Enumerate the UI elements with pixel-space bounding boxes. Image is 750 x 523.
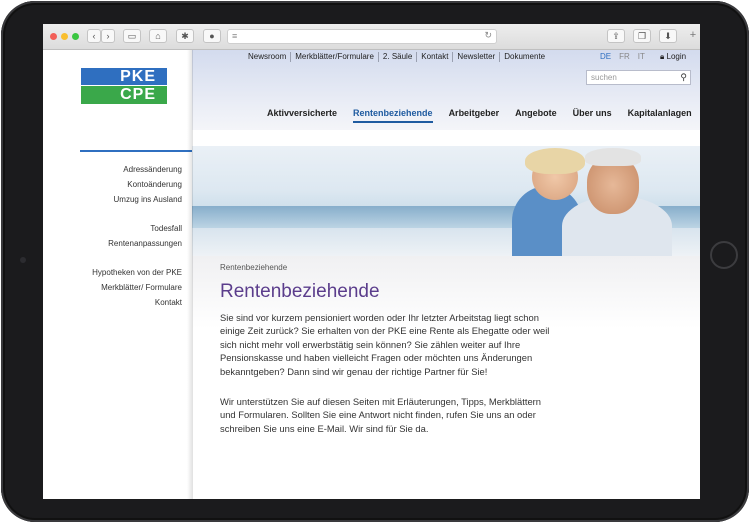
top-link-newsroom[interactable]: Newsroom bbox=[244, 52, 290, 62]
sidebar-item-adressaenderung[interactable]: Adressänderung bbox=[73, 162, 182, 177]
new-tab-icon[interactable]: + bbox=[686, 29, 700, 49]
tabs-icon[interactable]: ❐ bbox=[633, 29, 651, 43]
login-label: Login bbox=[666, 52, 687, 61]
zoom-window-icon[interactable] bbox=[72, 33, 79, 40]
top-link-dokumente[interactable]: Dokumente bbox=[499, 52, 549, 62]
nav-kapitalanlagen[interactable]: Kapitalanlagen bbox=[628, 108, 692, 123]
lock-icon: 🔒︎ bbox=[660, 52, 665, 61]
logo-top-block: PKE bbox=[81, 68, 167, 85]
search-input[interactable]: suchen ⚲ bbox=[586, 70, 691, 85]
address-bar[interactable]: ≡ ↻ bbox=[227, 29, 497, 44]
breadcrumb[interactable]: Rentenbeziehende bbox=[220, 263, 287, 272]
intro-paragraph: Sie sind vor kurzem pensioniert worden o… bbox=[220, 312, 550, 377]
back-icon[interactable]: ‹ bbox=[87, 29, 101, 43]
web-page: PKE CPE Newsroom Merkblätter/Formulare 2… bbox=[43, 50, 700, 499]
login-link[interactable]: 🔒︎ Login bbox=[660, 52, 686, 62]
top-link-newsletter[interactable]: Newsletter bbox=[452, 52, 499, 62]
hero-man-hair bbox=[585, 148, 641, 166]
sidebar-item-hypotheken[interactable]: Hypotheken von der PKE bbox=[73, 265, 182, 280]
language-switch: DE FR IT bbox=[600, 52, 645, 61]
sidebar-item-umzug[interactable]: Umzug ins Ausland bbox=[73, 192, 182, 207]
menu-lines-icon: ≡ bbox=[232, 31, 238, 41]
nav-aktivversicherte[interactable]: Aktivversicherte bbox=[267, 108, 337, 123]
sidebar-item-kontoaenderung[interactable]: Kontoänderung bbox=[73, 177, 182, 192]
sidebar-item-merkblaetter[interactable]: Merkblätter/ Formulare bbox=[73, 280, 182, 295]
tablet-frame: ‹ › ▭ ⌂ ✱ ● ≡ ↻ ⇪ ❐ ⬇ + PKE CPE Newsroom… bbox=[1, 1, 749, 522]
main-nav: Aktivversicherte Rentenbeziehende Arbeit… bbox=[267, 108, 692, 123]
top-link-merkblaetter[interactable]: Merkblätter/Formulare bbox=[290, 52, 378, 62]
nav-arbeitgeber[interactable]: Arbeitgeber bbox=[449, 108, 500, 123]
home-icon[interactable]: ⌂ bbox=[149, 29, 167, 43]
sidebar-item-rentenanpassungen[interactable]: Rentenanpassungen bbox=[73, 236, 182, 251]
nav-ueber-uns[interactable]: Über uns bbox=[573, 108, 612, 123]
sidebar-item-kontakt[interactable]: Kontakt bbox=[73, 295, 182, 310]
home-button[interactable] bbox=[710, 241, 738, 269]
site-logo[interactable]: PKE CPE bbox=[81, 68, 167, 104]
close-window-icon[interactable] bbox=[50, 33, 57, 40]
top-link-kontakt[interactable]: Kontakt bbox=[416, 52, 452, 62]
hero-woman-hair bbox=[525, 148, 585, 174]
screen: ‹ › ▭ ⌂ ✱ ● ≡ ↻ ⇪ ❐ ⬇ + PKE CPE Newsroom… bbox=[43, 24, 700, 499]
logo-bottom-block: CPE bbox=[81, 86, 167, 104]
column-shadow bbox=[187, 50, 193, 499]
sidebar-icon[interactable]: ▭ bbox=[123, 29, 141, 43]
logo-top-text: PKE bbox=[120, 68, 156, 85]
lang-it[interactable]: IT bbox=[638, 52, 645, 61]
nav-angebote[interactable]: Angebote bbox=[515, 108, 557, 123]
nav-rentenbeziehende[interactable]: Rentenbeziehende bbox=[353, 108, 433, 123]
top-links: Newsroom Merkblätter/Formulare 2. Säule … bbox=[244, 52, 549, 62]
main-content: Rentenbeziehende Rentenbeziehende Sie si… bbox=[192, 256, 700, 499]
reload-icon[interactable]: ↻ bbox=[484, 30, 492, 41]
browser-toolbar: ‹ › ▭ ⌂ ✱ ● ≡ ↻ ⇪ ❐ ⬇ + bbox=[43, 24, 700, 50]
top-link-saeule[interactable]: 2. Säule bbox=[377, 52, 416, 62]
minimize-window-icon[interactable] bbox=[61, 33, 68, 40]
shield-icon[interactable]: ● bbox=[203, 29, 221, 43]
lang-de[interactable]: DE bbox=[600, 52, 611, 61]
lang-fr[interactable]: FR bbox=[619, 52, 630, 61]
camera-icon bbox=[20, 257, 26, 263]
forward-icon[interactable]: › bbox=[101, 29, 115, 43]
support-paragraph: Wir unterstützen Sie auf diesen Seiten m… bbox=[220, 396, 541, 434]
sidebar-nav: Adressänderung Kontoänderung Umzug ins A… bbox=[73, 162, 182, 310]
sidebar-item-todesfall[interactable]: Todesfall bbox=[73, 221, 182, 236]
search-placeholder: suchen bbox=[591, 73, 617, 82]
search-icon[interactable]: ⚲ bbox=[680, 72, 687, 83]
share-icon[interactable]: ⇪ bbox=[607, 29, 625, 43]
hero-image bbox=[192, 146, 700, 256]
extension-icon[interactable]: ✱ bbox=[176, 29, 194, 43]
page-title: Rentenbeziehende bbox=[220, 281, 380, 302]
logo-bottom-text: CPE bbox=[120, 86, 156, 103]
download-icon[interactable]: ⬇ bbox=[659, 29, 677, 43]
